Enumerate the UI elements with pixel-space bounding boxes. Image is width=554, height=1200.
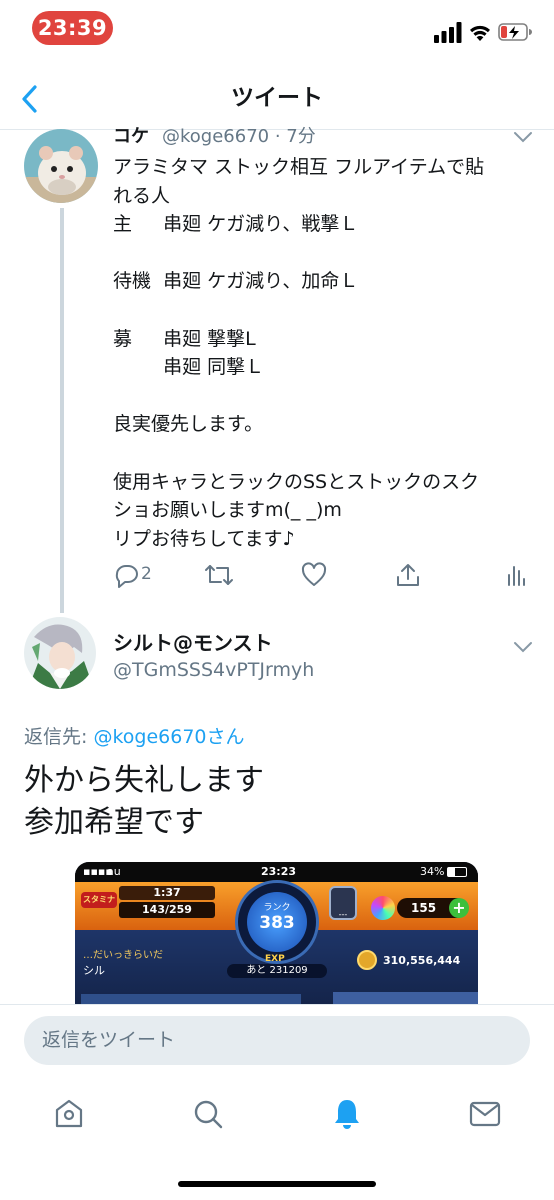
orb-icon [371, 896, 395, 920]
author-name[interactable]: シルト@モンスト [113, 630, 273, 656]
image-time: 23:23 [261, 865, 297, 878]
tweet-line: れる人 [113, 184, 171, 207]
add-orbs-icon[interactable]: + [449, 898, 469, 918]
replying-to: 返信先: @koge6670さん [24, 724, 245, 750]
messages-envelope-icon[interactable] [468, 1094, 502, 1134]
tweet-line [113, 239, 533, 268]
tweet-line [113, 296, 533, 325]
image-status-bar: ▪▪▪▪ au 23:23 34% [75, 862, 478, 882]
wifi-icon [470, 25, 490, 41]
player-title: …だいっきらいだ [83, 950, 163, 961]
analytics-icon[interactable] [506, 561, 528, 589]
attached-image[interactable]: ▪▪▪▪ au 23:23 34% スタミナ 1:37 143/259 …だいっ… [75, 862, 478, 1004]
rank-badge: ランク 383 [247, 892, 307, 952]
share-icon[interactable] [394, 561, 422, 589]
coin-count: 310,556,444 [383, 954, 461, 967]
slot-label: --- [338, 910, 348, 919]
menu-tab [81, 994, 301, 1004]
tweet-text: アラミタマ ストック相互 フルアイテムで貼 れる人主 串廻 ケガ減り、戦撃Ｌ 待機… [113, 153, 533, 553]
menu-tab [333, 992, 478, 1004]
tweet-line: 使用キャラとラックのSSとストックのスク [113, 470, 480, 493]
tweet-line: リプお待ちしてます♪ [113, 527, 295, 550]
home-indicator [178, 1181, 376, 1187]
stamina-timer: 1:37 [119, 886, 215, 900]
tweet-line: 主 串廻 ケガ減り、戦撃Ｌ [113, 213, 359, 236]
chevron-down-icon[interactable] [512, 130, 534, 144]
battery-charging-icon [498, 23, 532, 41]
tweet-body: 外から失礼します 参加希望です [24, 760, 264, 844]
compose-divider [0, 1004, 554, 1005]
stamina-value: 143/259 [119, 902, 215, 918]
exp-remaining: あと 231209 [227, 964, 327, 978]
tweet-line: 募 串廻 撃撃L [113, 327, 256, 350]
author-name[interactable]: コケ [113, 126, 149, 148]
like-heart-icon[interactable] [300, 561, 328, 589]
avatar-shiruto[interactable] [24, 617, 96, 689]
author-handle: @TGmSSS4vPTJrmyh [113, 659, 315, 681]
reply-icon[interactable] [112, 561, 140, 589]
author-handle-time: @koge6670 · 7分 [162, 126, 316, 147]
image-carrier: au [107, 865, 121, 878]
tweet-line: 串廻 同撃Ｌ [113, 356, 265, 379]
thread-line [60, 208, 64, 613]
chevron-down-icon[interactable] [512, 640, 534, 654]
player-name: シル [83, 964, 105, 977]
retweet-icon[interactable] [203, 561, 235, 589]
notifications-bell-icon[interactable] [330, 1094, 364, 1134]
page-title: ツイート [231, 85, 323, 111]
tweet-line: 待機 串廻 ケガ減り、加命Ｌ [113, 270, 359, 293]
reply-count: 2 [141, 564, 152, 584]
replying-to-label: 返信先: [24, 726, 94, 748]
tweet-line: アラミタマ ストック相互 フルアイテムで貼 [113, 156, 485, 178]
tweet-body-line: 参加希望です [24, 805, 204, 840]
rank-value: 383 [259, 913, 295, 933]
image-battery: 34% [420, 865, 445, 878]
tweet-body-line: 外から失礼します [24, 763, 264, 798]
tweet-line: ショお願いしますm(_ _)m [113, 499, 342, 522]
tweet-line: 良実優先します。 [113, 413, 264, 436]
coin-icon [357, 950, 377, 970]
cellular-signal-icon [434, 22, 462, 43]
tweet-line [113, 439, 533, 468]
search-icon[interactable] [191, 1094, 225, 1134]
rank-label: ランク [263, 903, 291, 913]
status-time: 23:39 [32, 11, 113, 45]
exp-label: EXP [265, 954, 285, 964]
image-battery-icon [447, 867, 467, 877]
tweet-line [113, 382, 533, 411]
reply-input[interactable]: 返信をツイート [24, 1016, 530, 1065]
avatar-koge[interactable] [24, 129, 98, 203]
stamina-label: スタミナ [81, 892, 117, 908]
home-icon[interactable] [52, 1094, 86, 1134]
replying-to-handle[interactable]: @koge6670さん [93, 726, 244, 748]
